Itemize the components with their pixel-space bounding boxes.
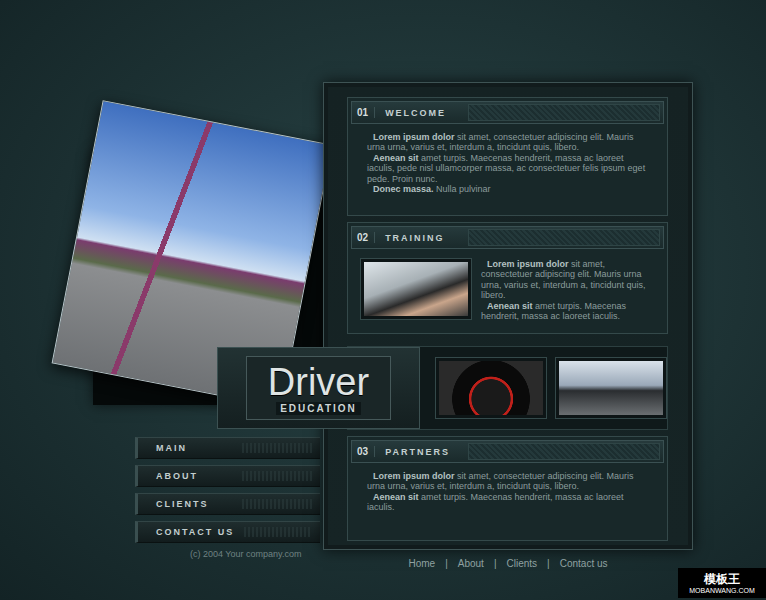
nav-decoration xyxy=(244,527,312,537)
paragraph: Lorem ipsum dolor sit amet, consectetuer… xyxy=(367,132,652,153)
paragraph: Lorem ipsum dolor sit amet, consectetuer… xyxy=(481,259,656,301)
tachometer-photo xyxy=(436,358,546,418)
bold-text: Aenean sit xyxy=(487,301,533,311)
section-title: WELCOME xyxy=(375,108,446,118)
logo: DriverEDUCATION xyxy=(217,347,420,429)
training-photo xyxy=(361,259,471,319)
section-body: Lorem ipsum dolor sit amet, consectetuer… xyxy=(351,124,664,200)
content-section: 01WELCOME Lorem ipsum dolor sit amet, con… xyxy=(347,97,668,216)
section-number: 03 xyxy=(352,446,375,457)
nav-decoration xyxy=(242,499,312,509)
bold-text: Aenean sit xyxy=(373,492,419,502)
footer-separator: | xyxy=(445,558,448,569)
header-stripe xyxy=(468,229,660,246)
nav-item[interactable]: ABOUT xyxy=(135,465,320,487)
section-header: 01WELCOME xyxy=(351,101,664,124)
nav-label: CONTACT US xyxy=(156,527,234,537)
section-body: Lorem ipsum dolor sit amet, consectetuer… xyxy=(351,463,664,519)
page: DriverEDUCATION MAIN ABOUT CLIENTS CONTACT U… xyxy=(0,0,766,600)
header-stripe xyxy=(468,104,660,121)
paragraph: Donec massa. Nulla pulvinar xyxy=(367,184,652,194)
paragraph: Lorem ipsum dolor sit amet, consectetuer… xyxy=(367,471,652,492)
content-panel: 01WELCOME Lorem ipsum dolor sit amet, con… xyxy=(323,82,693,550)
nav-menu: MAIN ABOUT CLIENTS CONTACT US xyxy=(135,437,320,543)
nav-label: CLIENTS xyxy=(156,499,209,509)
footer-separator: | xyxy=(547,558,550,569)
nav-decoration xyxy=(242,471,312,481)
section-body: Lorem ipsum dolor sit amet, consectetuer… xyxy=(351,249,664,327)
footer-links: Home | About | Clients | Contact us xyxy=(323,558,693,569)
paragraph: Aenean sit amet turpis. Maecenas hendrer… xyxy=(367,153,652,184)
nav-item[interactable]: CLIENTS xyxy=(135,493,320,515)
paragraph: Aenean sit amet turpis. Maecenas hendrer… xyxy=(367,492,652,513)
section-text: Lorem ipsum dolor sit amet, consectetuer… xyxy=(367,132,652,194)
section-header: 02TRAINING xyxy=(351,226,664,249)
section-title: TRAINING xyxy=(375,233,445,243)
header-stripe xyxy=(468,443,660,460)
footer-link[interactable]: Clients xyxy=(507,558,538,569)
bold-text: Lorem ipsum dolor xyxy=(373,132,455,142)
bold-text: Aenean sit xyxy=(373,153,419,163)
bold-text: Donec massa. xyxy=(373,184,434,194)
logo-plate: DriverEDUCATION xyxy=(246,356,391,420)
footer-link[interactable]: Contact us xyxy=(560,558,608,569)
logo-title: Driver xyxy=(268,362,369,402)
nav-item[interactable]: MAIN xyxy=(135,437,320,459)
section-number: 02 xyxy=(352,232,375,243)
footer-separator: | xyxy=(494,558,497,569)
logo-subtitle: EDUCATION xyxy=(276,402,361,415)
nav-label: ABOUT xyxy=(156,471,198,481)
content-section: 02TRAINING Lorem ipsum dolor sit amet, co… xyxy=(347,222,668,334)
bold-text: Lorem ipsum dolor xyxy=(487,259,569,269)
watermark-brand: 模板王 xyxy=(704,572,740,586)
bold-text: Lorem ipsum dolor xyxy=(373,471,455,481)
nav-label: MAIN xyxy=(156,443,187,453)
section-number: 01 xyxy=(352,107,375,118)
paragraph: Aenean sit amet turpis. Maecenas hendrer… xyxy=(481,301,656,322)
section-header: 03PARTNERS xyxy=(351,440,664,463)
section-text: Lorem ipsum dolor sit amet, consectetuer… xyxy=(481,259,656,321)
content-section: 03PARTNERS Lorem ipsum dolor sit amet, co… xyxy=(347,436,668,541)
copyright: (c) 2004 Your company.com xyxy=(190,549,323,559)
footer-link[interactable]: About xyxy=(458,558,484,569)
car-interior-photo xyxy=(556,358,666,418)
right-column: 01WELCOME Lorem ipsum dolor sit amet, con… xyxy=(323,82,693,600)
section-title: PARTNERS xyxy=(375,447,450,457)
nav-item[interactable]: CONTACT US xyxy=(135,521,320,543)
nav-decoration xyxy=(242,443,312,453)
watermark-url: MOBANWANG.COM xyxy=(689,586,754,595)
watermark: 模板王MOBANWANG.COM xyxy=(678,568,766,598)
footer-link[interactable]: Home xyxy=(408,558,435,569)
section-text: Lorem ipsum dolor sit amet, consectetuer… xyxy=(367,471,652,513)
